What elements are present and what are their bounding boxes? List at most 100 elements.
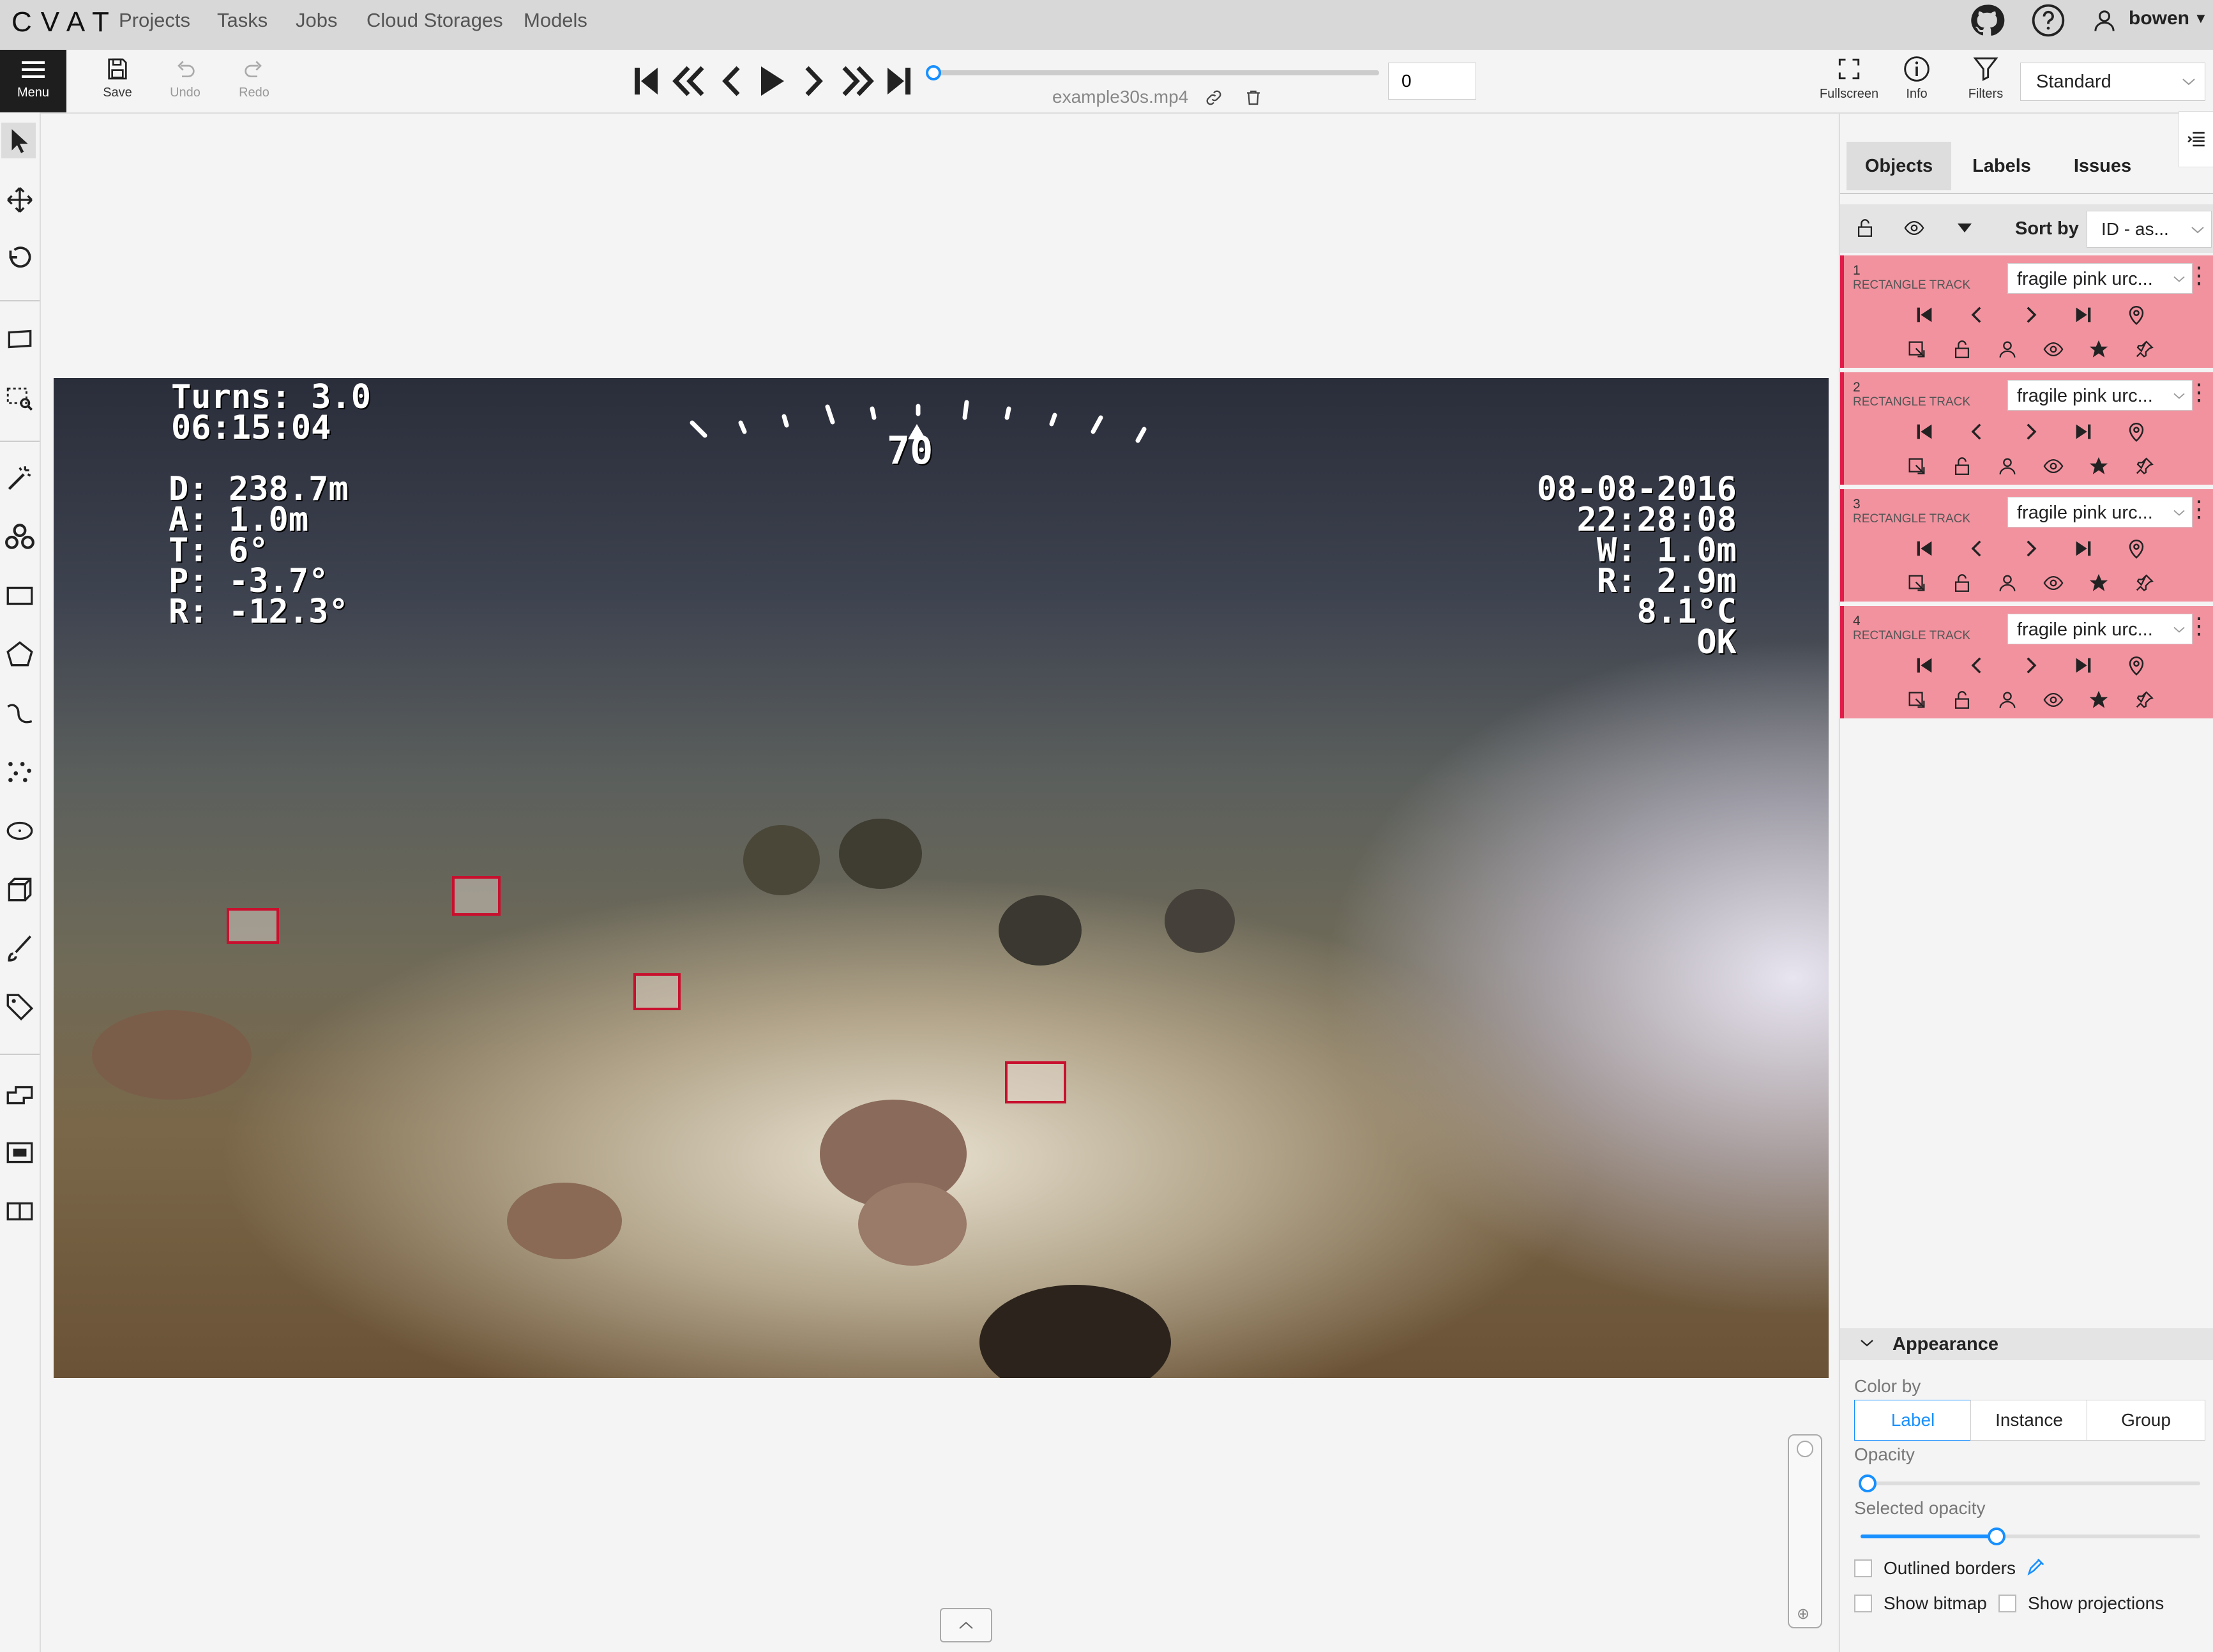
polygon-tool-icon[interactable] xyxy=(4,639,36,671)
keyframe-pin-icon[interactable] xyxy=(2126,304,2147,326)
delete-frame-icon[interactable] xyxy=(1244,88,1263,107)
nav-cloud-storages[interactable]: Cloud Storages xyxy=(366,9,503,32)
ellipse-tool-icon[interactable] xyxy=(4,815,36,847)
undo-button[interactable]: Undo xyxy=(163,56,207,100)
workspace-select[interactable]: Standard xyxy=(2020,63,2205,101)
menu-button[interactable]: Menu xyxy=(0,50,66,112)
pin-icon[interactable] xyxy=(2133,689,2155,711)
pin-icon[interactable] xyxy=(2133,338,2155,360)
collapse-all-icon[interactable] xyxy=(1956,221,1973,235)
previous-frame-icon[interactable] xyxy=(719,63,744,100)
previous-keyframe-icon[interactable] xyxy=(1914,538,1935,559)
pin-icon[interactable] xyxy=(2133,572,2155,594)
sort-select[interactable]: ID - as... xyxy=(2087,211,2212,248)
frame-slider-handle[interactable] xyxy=(926,65,941,80)
object-card-2[interactable]: 2 RECTANGLE TRACK fragile pink urc... ⋮ xyxy=(1840,372,2213,485)
redo-button[interactable]: Redo xyxy=(232,56,276,100)
next-icon[interactable] xyxy=(2020,655,2041,676)
object-card-4[interactable]: 4 RECTANGLE TRACK fragile pink urc... ⋮ xyxy=(1840,606,2213,718)
tab-issues[interactable]: Issues xyxy=(2050,142,2156,190)
star-icon[interactable] xyxy=(2088,338,2110,360)
filters-button[interactable]: Filters xyxy=(1961,55,2010,102)
tab-labels[interactable]: Labels xyxy=(1954,142,2050,190)
outside-icon[interactable] xyxy=(1906,338,1928,360)
previous-icon[interactable] xyxy=(1967,304,1988,326)
expand-bottom-panel-button[interactable] xyxy=(940,1608,992,1642)
show-bitmap-checkbox[interactable] xyxy=(1854,1595,1872,1612)
merge-shapes-icon[interactable] xyxy=(4,1078,36,1110)
previous-keyframe-icon[interactable] xyxy=(1914,655,1935,676)
occluded-icon[interactable] xyxy=(1997,455,2018,477)
object-label-select[interactable]: fragile pink urc... xyxy=(2007,380,2193,411)
opacity-slider[interactable] xyxy=(1861,1481,2200,1485)
star-icon[interactable] xyxy=(2088,455,2110,477)
next-keyframe-icon[interactable] xyxy=(2073,655,2094,676)
eye-all-icon[interactable] xyxy=(1903,217,1926,239)
lock-icon[interactable] xyxy=(1951,455,1973,477)
nav-jobs[interactable]: Jobs xyxy=(296,9,337,32)
outlined-borders-checkbox[interactable] xyxy=(1854,1559,1872,1577)
zoom-region-icon[interactable] xyxy=(4,382,36,414)
next-keyframe-icon[interactable] xyxy=(2073,421,2094,443)
more-options-icon[interactable]: ⋮ xyxy=(2187,262,2210,289)
occluded-icon[interactable] xyxy=(1997,338,2018,360)
group-shapes-icon[interactable] xyxy=(4,1137,36,1169)
lock-icon[interactable] xyxy=(1951,572,1973,594)
eye-icon[interactable] xyxy=(2043,689,2064,711)
opacity-slider-handle[interactable] xyxy=(1858,1474,1877,1492)
brush-tool-icon[interactable] xyxy=(4,932,36,964)
video-frame-image[interactable]: Turns: 3.0 06:15:04 D: 238.7m A: 1.0m T:… xyxy=(54,378,1829,1378)
zoom-handle[interactable] xyxy=(1797,1441,1813,1457)
annotation-bbox-2[interactable] xyxy=(452,876,501,916)
play-icon[interactable] xyxy=(757,63,787,100)
zoom-in-icon[interactable]: ⊕ xyxy=(1797,1605,1809,1623)
star-icon[interactable] xyxy=(2088,572,2110,594)
outside-icon[interactable] xyxy=(1906,689,1928,711)
polyline-tool-icon[interactable] xyxy=(4,697,36,729)
github-icon[interactable] xyxy=(1969,3,2005,38)
cursor-icon[interactable] xyxy=(4,125,36,157)
color-by-label-option[interactable]: Label xyxy=(1854,1400,1972,1441)
split-track-icon[interactable] xyxy=(4,1195,36,1227)
annotation-bbox-1[interactable] xyxy=(227,908,279,944)
nav-tasks[interactable]: Tasks xyxy=(217,9,268,32)
next-frame-icon[interactable] xyxy=(801,63,826,100)
annotation-bbox-4[interactable] xyxy=(1005,1061,1066,1103)
cuboid-tool-icon[interactable] xyxy=(4,874,36,906)
object-card-3[interactable]: 3 RECTANGLE TRACK fragile pink urc... ⋮ xyxy=(1840,489,2213,602)
previous-icon[interactable] xyxy=(1967,655,1988,676)
user-icon[interactable] xyxy=(2092,8,2117,33)
previous-icon[interactable] xyxy=(1967,538,1988,559)
appearance-header[interactable]: Appearance xyxy=(1840,1328,2213,1360)
previous-keyframe-icon[interactable] xyxy=(1914,421,1935,443)
last-frame-icon[interactable] xyxy=(885,63,913,100)
eye-icon[interactable] xyxy=(2043,338,2064,360)
outside-icon[interactable] xyxy=(1906,572,1928,594)
frame-number-input[interactable] xyxy=(1388,63,1476,100)
toggle-sidebar-button[interactable] xyxy=(2179,111,2213,167)
color-by-instance-option[interactable]: Instance xyxy=(1970,1400,2088,1441)
link-icon[interactable] xyxy=(1204,88,1223,107)
forward-step-icon[interactable] xyxy=(838,63,876,100)
next-keyframe-icon[interactable] xyxy=(2073,538,2094,559)
previous-keyframe-icon[interactable] xyxy=(1914,304,1935,326)
keyframe-pin-icon[interactable] xyxy=(2126,655,2147,676)
nav-projects[interactable]: Projects xyxy=(119,9,190,32)
occluded-icon[interactable] xyxy=(1997,572,2018,594)
previous-icon[interactable] xyxy=(1967,421,1988,443)
help-icon[interactable] xyxy=(2030,3,2066,38)
pin-icon[interactable] xyxy=(2133,455,2155,477)
more-options-icon[interactable]: ⋮ xyxy=(2187,612,2210,639)
annotation-bbox-3[interactable] xyxy=(633,973,681,1010)
move-icon[interactable] xyxy=(4,184,36,216)
next-icon[interactable] xyxy=(2020,421,2041,443)
frame-slider-track[interactable] xyxy=(932,70,1379,75)
object-label-select[interactable]: fragile pink urc... xyxy=(2007,614,2193,644)
lock-all-icon[interactable] xyxy=(1854,217,1876,239)
user-name[interactable]: bowen xyxy=(2129,8,2189,29)
nav-models[interactable]: Models xyxy=(524,9,587,32)
opencv-icon[interactable] xyxy=(4,521,36,553)
lock-icon[interactable] xyxy=(1951,689,1973,711)
object-label-select[interactable]: fragile pink urc... xyxy=(2007,263,2193,294)
keyframe-pin-icon[interactable] xyxy=(2126,538,2147,559)
